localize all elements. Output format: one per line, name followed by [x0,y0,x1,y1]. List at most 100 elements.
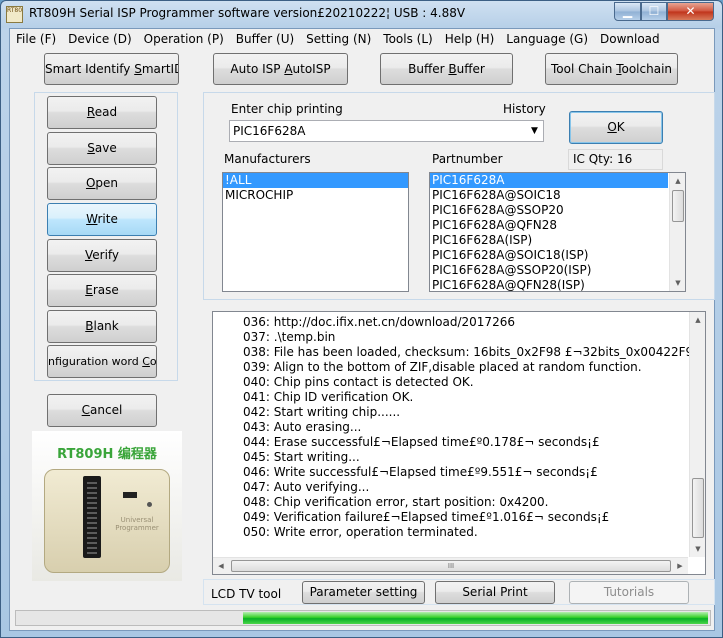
scroll-right-icon[interactable]: ▶ [672,558,688,574]
menu-bar: File (F) Device (D) Operation (P) Buffer (U… [10,29,714,49]
auto-isp-label: Auto ISP [230,62,285,76]
tool-chain-label-rest: oolchain [621,62,673,76]
auto-isp-button[interactable]: Auto ISP AutoISP [213,53,348,85]
configuration-word-label: nfiguration word [48,355,143,368]
menu-download[interactable]: Download [594,29,666,49]
tool-chain-button[interactable]: Tool Chain Toolchain [545,53,678,85]
list-item[interactable]: PIC16F628A@QFN28 [430,218,668,233]
close-button[interactable]: ✕ [667,2,714,21]
scroll-thumb[interactable]: III [231,560,671,572]
log-line: 038: File has been loaded, checksum: 16b… [243,345,706,359]
log-line: 036: http://doc.ifix.net.cn/download/201… [243,315,515,329]
progress-bar [15,610,711,626]
ok-button[interactable]: OK [569,111,663,144]
device-body-text: Universal Programmer [115,516,159,532]
window-title: RT809H Serial ISP Programmer software ve… [29,6,466,20]
ok-label: K [616,120,625,134]
blank-button[interactable]: Blank [47,310,157,343]
menu-buffer[interactable]: Buffer (U) [230,29,300,49]
configuration-word-mnemonic: C [142,355,150,368]
partnumber-scrollbar[interactable]: ▲ ▼ [669,173,685,291]
status-bar [10,605,714,630]
menu-operation[interactable]: Operation (P) [138,29,230,49]
erase-button[interactable]: Erase [47,274,157,307]
scroll-left-icon[interactable]: ◀ [213,558,229,574]
log-line: 040: Chip pins contact is detected OK. [243,375,474,389]
tool-chain-label: Tool Chain [550,62,617,76]
list-item[interactable]: PIC16F628A(ISP) [430,233,668,248]
ic-qty-field: IC Qty: 16 [568,149,663,170]
open-label: pen [95,176,119,190]
scroll-down-icon[interactable]: ▼ [690,541,705,557]
log-line: 047: Auto verifying... [243,480,370,494]
smart-identify-label-rest: martID [141,62,178,76]
menu-setting[interactable]: Setting (N) [300,29,377,49]
scroll-thumb[interactable] [672,190,684,222]
log-line: 037: .\temp.bin [243,330,336,344]
log-line: 042: Start writing chip...... [243,405,401,419]
read-label: ead [94,105,118,119]
erase-mnemonic: E [85,283,93,297]
smart-identify-mnemonic: S [134,62,142,76]
blank-label: lank [93,319,119,333]
menu-language[interactable]: Language (G) [500,29,594,49]
configuration-word-button[interactable]: nfiguration word Cor [47,345,157,378]
menu-help[interactable]: Help (H) [439,29,501,49]
enter-chip-label: Enter chip printing [231,102,343,116]
ok-mnemonic: O [607,120,617,134]
menu-device[interactable]: Device (D) [62,29,137,49]
auto-isp-mnemonic: A [284,62,293,76]
list-item[interactable]: PIC16F628A [430,173,668,188]
socket-pins [87,479,97,555]
save-label: ave [94,141,117,155]
partnumber-list[interactable]: PIC16F628A PIC16F628A@SOIC18 PIC16F628A@… [429,172,686,292]
log-horizontal-scrollbar[interactable]: ◀ III ▶ [213,557,688,574]
list-item[interactable]: PIC16F628A@SSOP20(ISP) [430,263,668,278]
menu-tools[interactable]: Tools (L) [377,29,438,49]
scroll-up-icon[interactable]: ▲ [670,173,685,189]
manufacturers-list[interactable]: !ALL MICROCHIP [222,172,409,292]
save-button[interactable]: Save [47,132,157,165]
list-item[interactable]: PIC16F628A@QFN28(ISP) [430,278,668,291]
log-line: 044: Erase successful£¬Elapsed time£º0.1… [243,435,600,449]
log-line: 049: Verification failure£¬Elapsed time£… [243,510,610,524]
app-icon: RT809H [6,6,23,23]
parameter-setting-button[interactable]: Parameter setting [302,581,425,604]
write-mnemonic: W [86,212,98,226]
list-item[interactable]: !ALL [223,173,408,188]
chevron-down-icon[interactable]: ▼ [526,121,543,141]
verify-button[interactable]: Verify [47,239,157,272]
minimize-button[interactable]: ▁ [614,2,641,21]
chip-combobox[interactable]: PIC16F628A ▼ [229,120,544,142]
client-area: File (F) Device (D) Operation (P) Buffer (U… [9,28,715,631]
serial-print-button[interactable]: Serial Print [435,581,555,604]
cancel-label: ancel [90,403,123,417]
log-line: 050: Write error, operation terminated. [243,525,478,539]
maximize-button[interactable]: ☐ [641,2,667,21]
list-item[interactable]: PIC16F628A@SOIC18(ISP) [430,248,668,263]
list-item[interactable]: PIC16F628A@SSOP20 [430,203,668,218]
history-label: History [503,102,546,116]
buffer-label-rest: uffer [456,62,485,76]
scroll-down-icon[interactable]: ▼ [670,275,685,291]
menu-file[interactable]: File (F) [10,29,62,49]
log-vertical-scrollbar[interactable]: ▲ ▼ [689,312,705,557]
scroll-thumb[interactable] [692,478,704,538]
write-button[interactable]: Write [47,203,157,236]
list-item[interactable]: MICROCHIP [223,188,408,203]
cancel-button[interactable]: Cancel [47,394,157,427]
title-bar[interactable]: RT809H RT809H Serial ISP Programmer soft… [1,1,722,28]
log-output[interactable]: 036: http://doc.ifix.net.cn/download/201… [212,311,706,575]
partnumber-label: Partnumber [432,152,503,166]
open-button[interactable]: Open [47,167,157,200]
buffer-button[interactable]: Buffer Buffer [380,53,513,85]
lcd-tv-tool-label[interactable]: LCD TV tool [211,587,281,601]
list-item[interactable]: PIC16F628A@SOIC18 [430,188,668,203]
device-caption: RT809H 编程器 [57,447,157,462]
status-led [147,502,152,507]
scroll-up-icon[interactable]: ▲ [690,312,705,328]
read-mnemonic: R [86,105,95,119]
log-line: 039: Align to the bottom of ZIF,disable … [243,360,642,374]
smart-identify-button[interactable]: Smart Identify SmartID [44,53,179,85]
read-button[interactable]: Read [47,96,157,129]
